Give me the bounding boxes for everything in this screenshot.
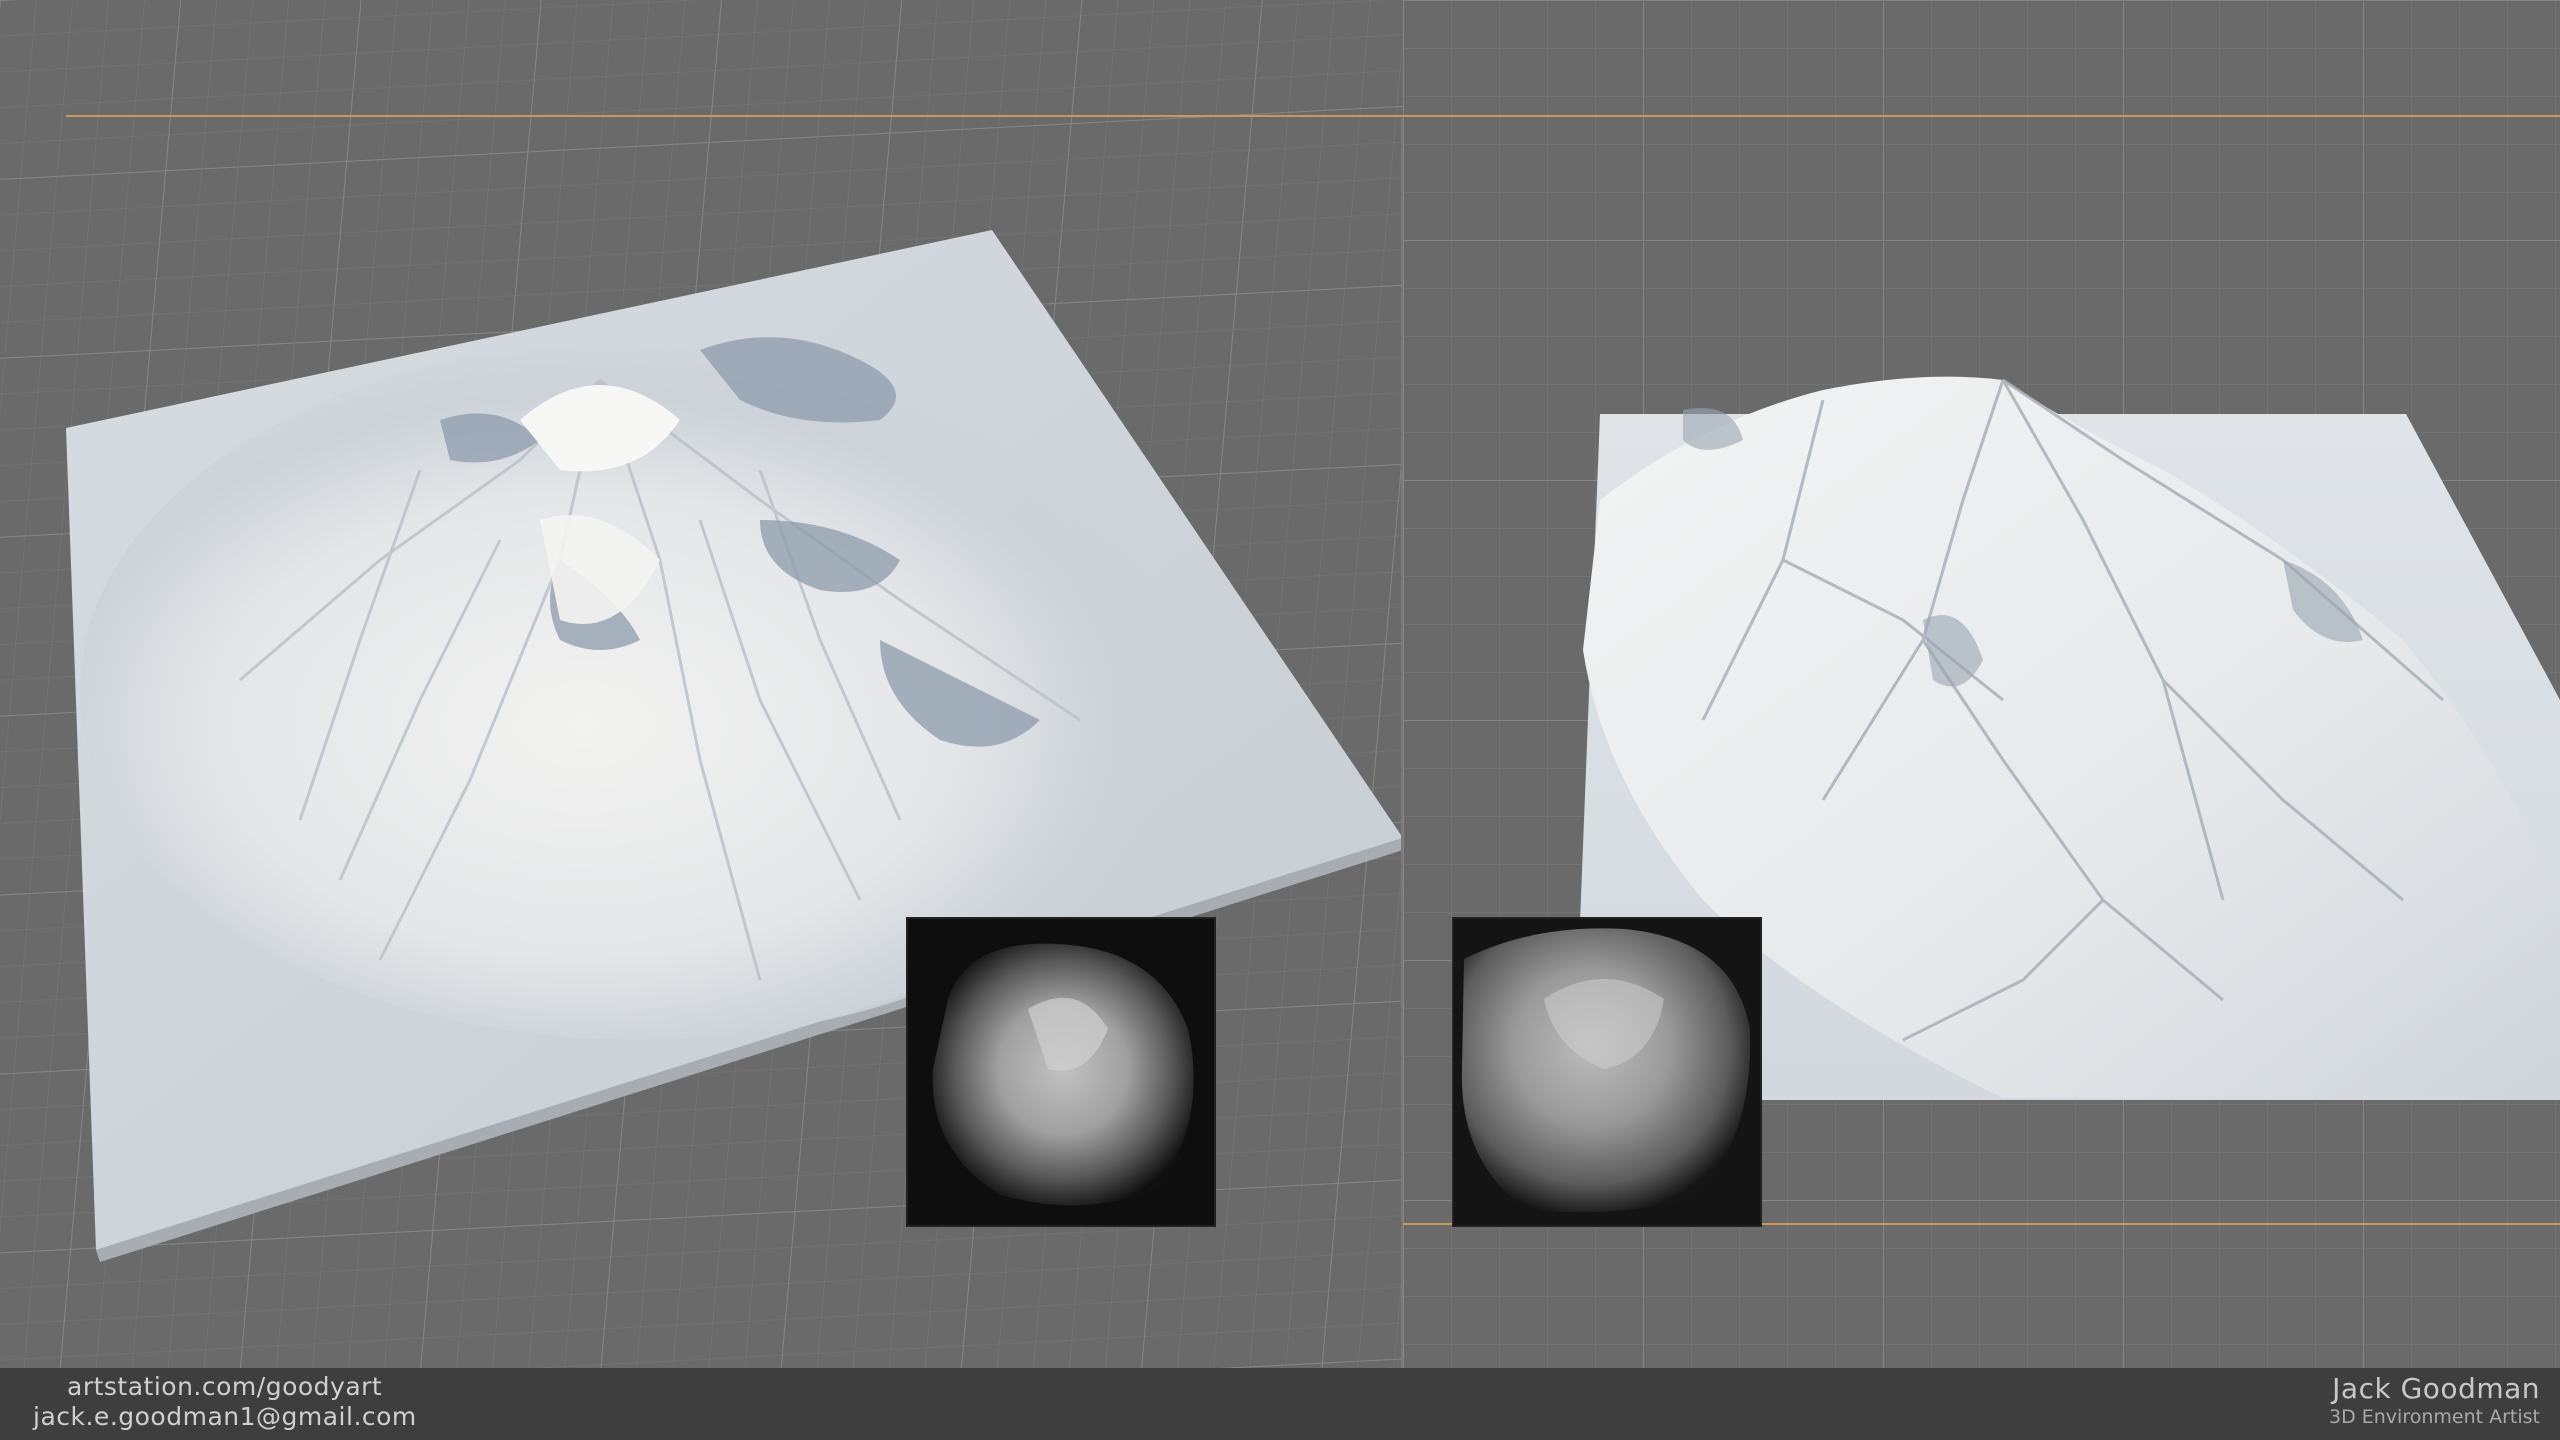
email-link[interactable]: jack.e.goodman1@gmail.com	[33, 1402, 417, 1431]
heightmap-image-2	[1454, 919, 1760, 1225]
artist-name: Jack Goodman	[2332, 1372, 2540, 1405]
heightmap-image	[908, 919, 1214, 1225]
heightmap-thumbnail-2	[1452, 917, 1762, 1227]
artist-role: 3D Environment Artist	[2328, 1406, 2540, 1428]
portfolio-render-view: artstation.com/goodyart jack.e.goodman1@…	[0, 0, 2560, 1440]
heightmap-thumbnail	[906, 917, 1216, 1227]
website-link[interactable]: artstation.com/goodyart	[67, 1372, 382, 1401]
left-viewport	[0, 0, 1403, 1368]
footer-bar: artstation.com/goodyart jack.e.goodman1@…	[0, 1368, 2560, 1440]
